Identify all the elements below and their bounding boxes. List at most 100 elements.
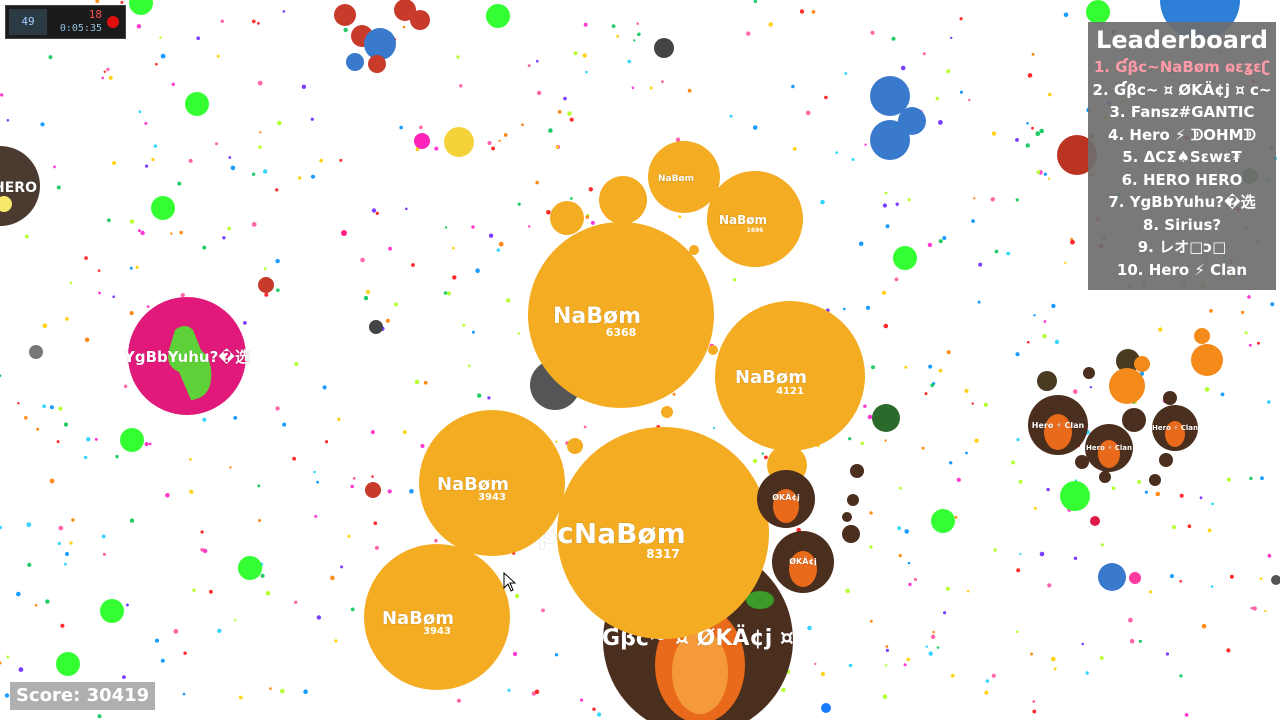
food-pellet	[883, 323, 889, 329]
food-pellet	[387, 489, 392, 494]
food-pellet	[512, 651, 518, 657]
food-pellet	[189, 458, 192, 461]
food-pellet	[870, 30, 875, 35]
food-pellet	[18, 667, 24, 672]
food-pellet	[251, 172, 256, 176]
food-pellet	[330, 575, 335, 581]
food-pellet	[1138, 639, 1142, 643]
food-pellet	[217, 628, 222, 633]
food-pellet	[978, 262, 983, 267]
leaderboard-title: Leaderboard	[1096, 26, 1268, 54]
food-pellet	[1240, 310, 1245, 315]
food-pellet	[954, 515, 958, 519]
food-pellet	[1199, 496, 1203, 500]
food-pellet	[898, 554, 902, 558]
food-pellet	[420, 443, 425, 449]
food-pellet	[40, 122, 45, 127]
food-pellet	[36, 427, 40, 431]
food-pellet	[968, 98, 971, 102]
food-pellet	[863, 404, 867, 408]
leaderboard-entry: 3. Fansz#GANTIC	[1088, 101, 1276, 124]
record-icon[interactable]	[107, 16, 119, 28]
food-pellet	[891, 36, 896, 41]
ejected-mass	[708, 345, 718, 355]
food-pellet	[365, 289, 371, 294]
food-pellet	[137, 229, 141, 233]
food-pellet	[848, 437, 852, 441]
leaderboard-name: Hero ⚡ ᗫOHMᗫ	[1129, 125, 1256, 144]
food-pellet	[56, 185, 61, 190]
small-cell	[1099, 471, 1111, 483]
enemy-cell-hero: HERO	[0, 146, 40, 226]
food-pellet	[869, 511, 873, 515]
food-pellet	[188, 158, 193, 163]
food-pellet	[334, 639, 338, 643]
food-pellet	[42, 323, 48, 329]
small-cell	[872, 404, 900, 432]
food-pellet	[1264, 609, 1267, 613]
food-pellet	[964, 388, 969, 393]
food-pellet	[233, 416, 238, 420]
food-pellet	[456, 55, 460, 59]
small-cell	[850, 464, 864, 478]
food-pellet	[322, 385, 327, 390]
food-pellet	[1015, 352, 1020, 357]
cell-name: NaBøm	[719, 213, 767, 227]
food-pellet	[165, 493, 170, 498]
small-cell	[654, 38, 674, 58]
food-pellet	[1042, 334, 1047, 339]
leaderboard-entry: 2. Ɠβϲ~ ¤ ØKÄ¢j ¤ ϲ~	[1088, 79, 1276, 102]
food-pellet	[269, 687, 272, 690]
virus	[931, 509, 955, 533]
small-cell	[1098, 563, 1126, 591]
food-pellet	[64, 562, 67, 566]
cell-name: NaBøm	[658, 174, 694, 184]
enemy-cell-hero-clan: Hero ⚡ Clan	[1152, 405, 1198, 451]
food-pellet	[48, 55, 53, 60]
score-label: Score:	[16, 685, 81, 706]
food-pellet	[752, 125, 758, 130]
food-pellet	[820, 671, 826, 677]
small-cell	[1159, 453, 1173, 467]
food-pellet	[554, 653, 559, 657]
food-pellet	[294, 600, 298, 604]
food-pellet	[1039, 551, 1045, 557]
food-pellet	[885, 664, 888, 667]
food-pellet	[202, 548, 208, 554]
food-pellet	[965, 451, 968, 455]
food-pellet	[1027, 340, 1030, 344]
food-pellet	[153, 144, 158, 148]
food-pellet	[471, 225, 475, 229]
food-pellet	[173, 629, 179, 634]
food-pellet	[56, 440, 60, 444]
virus	[238, 556, 262, 580]
food-pellet	[1172, 525, 1176, 530]
leaderboard-name: Ɠβϲ~NaBøm ɷɛʓɛʗ	[1115, 58, 1271, 76]
food-pellet	[316, 480, 319, 484]
food-pellet	[870, 619, 873, 623]
food-pellet	[371, 475, 374, 478]
food-pellet	[189, 489, 194, 494]
food-pellet	[924, 392, 928, 396]
food-pellet	[471, 330, 475, 334]
food-pellet	[264, 292, 269, 297]
food-pellet	[672, 392, 676, 396]
virus	[185, 92, 209, 116]
leaderboard-name: Hero ⚡ Clan	[1148, 260, 1248, 279]
food-pellet	[414, 379, 420, 385]
food-pellet	[949, 461, 953, 465]
food-pellet	[585, 70, 588, 74]
food-pellet	[1032, 709, 1037, 714]
food-pellet	[17, 402, 20, 405]
leaderboard-name: Fansz#GANTIC	[1130, 103, 1255, 121]
food-pellet	[882, 203, 888, 208]
food-pellet	[65, 552, 69, 556]
food-pellet	[159, 36, 162, 39]
food-pellet	[938, 120, 943, 125]
food-pellet	[843, 307, 846, 311]
small-cell	[1122, 408, 1146, 432]
food-pellet	[528, 225, 531, 228]
food-pellet	[144, 442, 149, 447]
food-pellet	[339, 158, 343, 162]
food-pellet	[943, 611, 947, 615]
